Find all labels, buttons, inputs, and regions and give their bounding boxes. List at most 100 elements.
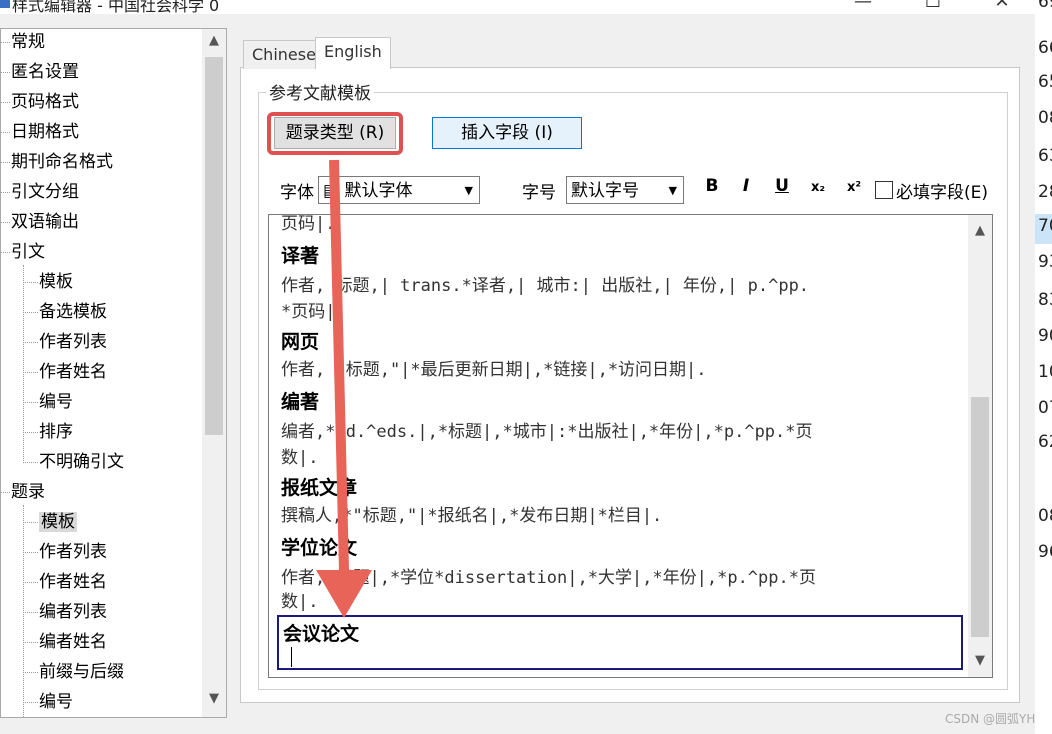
tree-node[interactable]: 匿名设置 xyxy=(1,59,79,85)
tree-child-node[interactable]: 作者列表 xyxy=(23,329,107,355)
tree-connector xyxy=(23,642,38,643)
tree-node-label: 前缀与后缀 xyxy=(39,662,124,682)
tree-node[interactable]: 题录 xyxy=(1,479,45,505)
font-label: 字体 xyxy=(280,183,314,203)
tree-child-node[interactable]: 编号 xyxy=(23,689,73,715)
maximize-button[interactable]: ☐ xyxy=(918,0,948,12)
font-icon: ▤ xyxy=(323,181,345,201)
tree-node-label: 作者姓名 xyxy=(39,572,107,592)
size-select[interactable]: 默认字号 ▼ xyxy=(566,176,684,204)
tree-child-node[interactable]: 备选模板 xyxy=(23,299,107,325)
tree-scroll-thumb[interactable] xyxy=(205,57,223,435)
tree-child-node[interactable]: 编号 xyxy=(23,389,73,415)
strip-number: 08 xyxy=(1038,506,1052,526)
tree-connector xyxy=(23,312,38,313)
editor-scroll-thumb[interactable] xyxy=(971,397,989,637)
tree-node[interactable]: 引文 xyxy=(1,239,45,265)
tree-child-node[interactable]: 编者列表 xyxy=(23,599,107,625)
block-title: 译著 xyxy=(281,245,320,267)
tree-node-label: 题录 xyxy=(11,482,45,502)
tree-node-label: 作者列表 xyxy=(39,542,107,562)
tree-scrollbar[interactable]: ▲ ▼ xyxy=(202,29,226,717)
current-block-title: 会议论文 xyxy=(283,623,360,645)
current-template-line[interactable]: 会议论文 xyxy=(277,615,963,670)
tree-child-node[interactable]: 作者姓名 xyxy=(23,359,107,385)
tree-child-node[interactable]: 不明确引文 xyxy=(23,449,124,475)
strip-number: 62 xyxy=(1038,432,1052,452)
template-line: *页码|. xyxy=(281,302,346,322)
tree-connector xyxy=(23,552,38,553)
tree-node[interactable]: 双语输出 xyxy=(1,209,79,235)
tree-connector xyxy=(23,282,38,283)
settings-tree: ▲ ▼ 常规 匿名设置 页码格式 日期格式 期刊命名格式 引文分组 双语输出 引文 模板 备选模板… xyxy=(0,28,227,718)
font-select[interactable]: ▤ 默认字体 ▼ xyxy=(318,176,480,204)
tree-node-label: 匿名设置 xyxy=(11,62,79,82)
tree-connector xyxy=(1,222,10,223)
subscript-button[interactable]: x₂ xyxy=(806,180,830,195)
scroll-down-icon[interactable]: ▼ xyxy=(968,653,992,668)
tree-node[interactable]: 引文分组 xyxy=(1,179,79,205)
highlight-box xyxy=(267,112,403,155)
strip-number: 93 xyxy=(1038,252,1052,272)
tree-connector xyxy=(23,372,38,373)
tree-node-label: 引文分组 xyxy=(11,182,79,202)
tree-connector xyxy=(1,252,10,253)
strip-number: 28 xyxy=(1038,182,1052,202)
chevron-down-icon: ▼ xyxy=(668,184,677,197)
tree-connector xyxy=(23,612,38,613)
template-line: 数|. xyxy=(281,592,319,612)
tree-node-label: 期刊命名格式 xyxy=(11,152,113,172)
required-field-checkbox[interactable] xyxy=(875,181,893,199)
tree-node-label: 排序 xyxy=(39,422,73,442)
strip-number: 10 xyxy=(1038,362,1052,382)
tree-child-node[interactable]: 编者姓名 xyxy=(23,629,107,655)
bold-button[interactable]: B xyxy=(700,176,724,196)
tree-connector xyxy=(23,342,38,343)
tree-child-node[interactable]: 作者姓名 xyxy=(23,569,107,595)
tree-node[interactable]: 日期格式 xyxy=(1,119,79,145)
tree-child-node[interactable]: 模板 xyxy=(23,509,77,535)
insert-field-button[interactable]: 插入字段 (I) xyxy=(432,117,582,149)
tree-child-node[interactable]: 排序 xyxy=(23,419,73,445)
tree-node-label: 页码格式 xyxy=(11,92,79,112)
tree-node-label: 作者姓名 xyxy=(39,362,107,382)
tree-node-label: 引文 xyxy=(11,242,45,262)
tree-child-node[interactable]: 前缀与后缀 xyxy=(23,659,124,685)
tree-connector xyxy=(23,402,38,403)
strip-number: 69 xyxy=(1038,0,1052,12)
tree-connector xyxy=(23,702,38,703)
scroll-up-icon[interactable]: ▲ xyxy=(968,223,992,238)
close-button[interactable]: ✕ xyxy=(987,0,1017,12)
minimize-button[interactable]: — xyxy=(848,0,878,12)
block-title: 编著 xyxy=(281,391,320,413)
partial-line: 页码|. xyxy=(281,214,336,234)
superscript-button[interactable]: x² xyxy=(842,180,866,195)
tree-child-node[interactable]: 作者列表 xyxy=(23,539,107,565)
template-line: 作者, "标题,"|*最后更新日期|,*链接|,*访问日期|. xyxy=(281,360,707,380)
app-icon xyxy=(0,0,10,8)
tree-child-node[interactable]: 模板 xyxy=(23,269,73,295)
tree-connector xyxy=(23,462,38,463)
scroll-up-icon[interactable]: ▲ xyxy=(202,33,226,48)
strip-number: 07 xyxy=(1038,398,1052,418)
tree-node[interactable]: 页码格式 xyxy=(1,89,79,115)
italic-button[interactable]: I xyxy=(734,176,758,196)
tree-node[interactable]: 期刊命名格式 xyxy=(1,149,113,175)
underline-button[interactable]: U xyxy=(770,176,794,196)
tab-chinese[interactable]: Chinese xyxy=(243,40,325,69)
group-legend: 参考文献模板 xyxy=(266,79,374,104)
scroll-down-icon[interactable]: ▼ xyxy=(202,691,226,706)
tab-english[interactable]: English xyxy=(315,37,391,69)
tree-node-label: 编号 xyxy=(39,392,73,412)
strip-number: 63 xyxy=(1038,146,1052,166)
template-editor[interactable]: 页码|. 译著 作者, 标题,| trans.*译者,| 城市:| 出版社,| … xyxy=(268,214,993,678)
size-label: 字号 xyxy=(522,183,556,203)
tree-node-label: 编号 xyxy=(39,692,73,712)
editor-scrollbar[interactable]: ▲ ▼ xyxy=(968,215,992,677)
tree-node[interactable]: 常规 xyxy=(1,29,45,55)
tree-connector xyxy=(1,72,10,73)
tree-connector xyxy=(23,522,38,523)
tree-connector xyxy=(23,432,38,433)
strip-number: 83 xyxy=(1038,290,1052,310)
strip-number: 90 xyxy=(1038,326,1052,346)
